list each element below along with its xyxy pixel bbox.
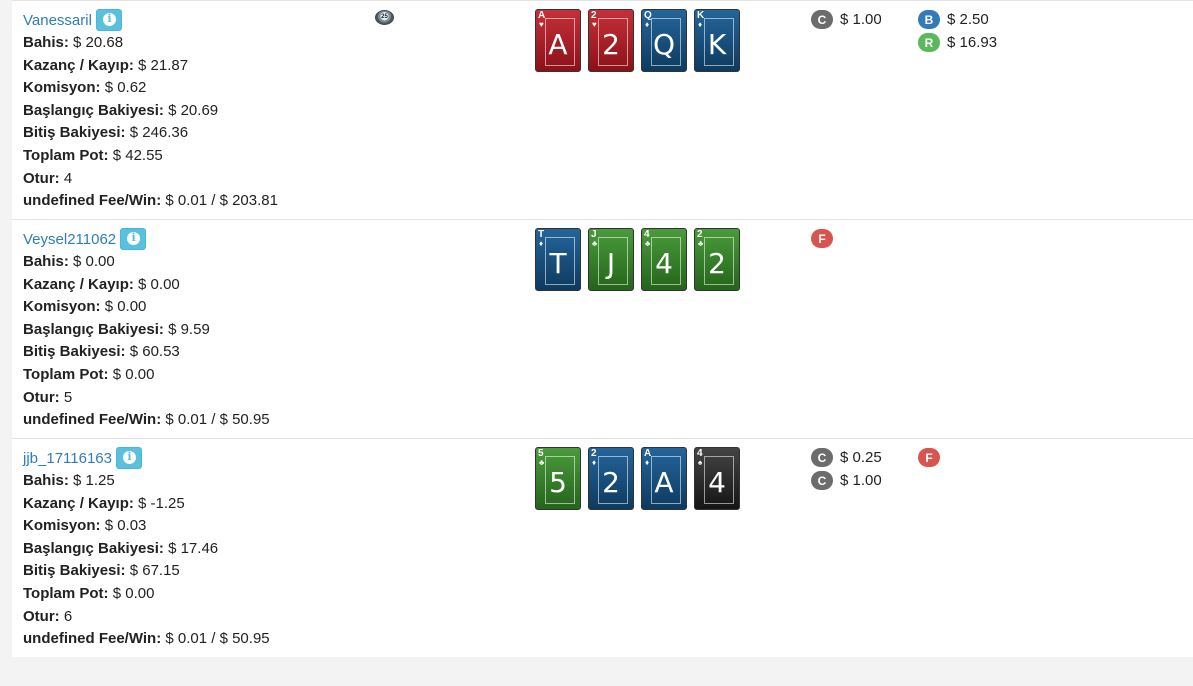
playing-card[interactable]: A ♦ A <box>641 447 687 510</box>
player-info: jjb_17116163 Bahis: $ 1.25 Kazanç / Kayı… <box>23 446 270 651</box>
card-rank: 5 <box>549 466 567 499</box>
action-entry: R $ 16.93 <box>918 31 997 54</box>
action-amount: $ 0.25 <box>840 449 882 466</box>
playing-card[interactable]: 2 ♥ 2 <box>588 9 634 72</box>
stat-kazanc-kayip: Kazanç / Kayıp: $ 0.00 <box>23 275 180 293</box>
card-rank: 2 <box>602 466 620 499</box>
card-rank: 2 <box>602 28 620 61</box>
info-button[interactable] <box>120 228 147 250</box>
action-column-2: F <box>918 446 947 469</box>
action-badge: C <box>811 448 833 467</box>
player-info: Vanessaril Bahis: $ 20.68 Kazanç / Kayıp… <box>23 8 278 213</box>
playing-card[interactable]: K ♦ K <box>694 9 740 72</box>
stat-otur: Otur: 4 <box>23 169 73 187</box>
card-rank: J <box>606 247 616 280</box>
action-badge: F <box>918 448 940 467</box>
card-rank: T <box>549 247 567 280</box>
playing-card[interactable]: A ♥ A <box>535 9 581 72</box>
playing-card[interactable]: Q ♦ Q <box>641 9 687 72</box>
player-name-link[interactable]: jjb_17116163 <box>23 450 112 467</box>
info-icon <box>127 231 141 245</box>
player-row: jjb_17116163 Bahis: $ 1.25 Kazanç / Kayı… <box>12 438 1193 658</box>
hand-history-panel: Vanessaril Bahis: $ 20.68 Kazanç / Kayıp… <box>12 0 1193 657</box>
action-badge: B <box>918 10 940 29</box>
action-column-1: F <box>811 227 840 250</box>
stat-bahis: Bahis: $ 0.00 <box>23 253 115 270</box>
stat-baslangic-bakiyesi: Başlangıç Bakiyesi: $ 9.59 <box>23 320 210 338</box>
card-rank: A <box>548 28 568 61</box>
action-entry: C $ 1.00 <box>811 8 882 31</box>
stat-bahis: Bahis: $ 20.68 <box>23 34 124 51</box>
player-info: Veysel211062 Bahis: $ 0.00 Kazanç / Kayı… <box>23 227 270 432</box>
action-amount: $ 2.50 <box>947 11 989 28</box>
player-row: Veysel211062 Bahis: $ 0.00 Kazanç / Kayı… <box>12 219 1193 439</box>
stat-komisyon: Komisyon: $ 0.00 <box>23 298 147 316</box>
action-amount: $ 1.00 <box>840 472 882 489</box>
card-rank: A <box>654 466 674 499</box>
action-entry: F <box>918 446 947 469</box>
action-entry: B $ 2.50 <box>918 8 997 31</box>
info-icon <box>122 450 136 464</box>
action-column-2: B $ 2.50 R $ 16.93 <box>918 8 997 54</box>
playing-card[interactable]: T ♦ T <box>535 228 581 291</box>
action-column-1: C $ 1.00 <box>811 8 882 31</box>
stat-kazanc-kayip: Kazanç / Kayıp: $ -1.25 <box>23 494 185 512</box>
stat-fee-win: undefined Fee/Win: $ 0.01 / $ 50.95 <box>23 411 270 429</box>
info-button[interactable] <box>95 9 122 31</box>
stat-toplam-pot: Toplam Pot: $ 0.00 <box>23 365 155 383</box>
card-rank: Q <box>652 28 676 61</box>
stat-baslangic-bakiyesi: Başlangıç Bakiyesi: $ 17.46 <box>23 539 219 557</box>
action-badge: R <box>918 33 940 52</box>
stat-baslangic-bakiyesi: Başlangıç Bakiyesi: $ 20.69 <box>23 101 219 119</box>
hole-cards: T ♦ T J ♣ J 4 ♣ 4 2 ♣ 2 <box>535 228 740 291</box>
stat-fee-win: undefined Fee/Win: $ 0.01 / $ 50.95 <box>23 630 270 648</box>
card-rank: 4 <box>655 247 673 280</box>
action-amount: $ 16.93 <box>947 34 998 51</box>
stat-bahis: Bahis: $ 1.25 <box>23 472 115 489</box>
playing-card[interactable]: J ♣ J <box>588 228 634 291</box>
player-name-link[interactable]: Veysel211062 <box>23 231 116 248</box>
stat-bitis-bakiyesi: Bitiş Bakiyesi: $ 67.15 <box>23 562 180 580</box>
stat-otur: Otur: 6 <box>23 607 73 625</box>
action-entry: F <box>811 227 840 250</box>
hole-cards: A ♥ A 2 ♥ 2 Q ♦ Q K ♦ K <box>535 9 740 72</box>
action-badge: F <box>811 229 833 248</box>
playing-card[interactable]: 2 ♣ 2 <box>694 228 740 291</box>
action-amount: $ 1.00 <box>840 11 882 28</box>
hole-cards: 5 ♣ 5 2 ♦ 2 A ♦ A 4 ♠ 4 <box>535 447 740 510</box>
stat-komisyon: Komisyon: $ 0.62 <box>23 79 147 97</box>
card-rank: 4 <box>708 466 726 499</box>
action-entry: C $ 1.00 <box>811 469 882 492</box>
playing-card[interactable]: 5 ♣ 5 <box>535 447 581 510</box>
playing-card[interactable]: 2 ♦ 2 <box>588 447 634 510</box>
player-name-link[interactable]: Vanessaril <box>23 12 92 29</box>
stat-toplam-pot: Toplam Pot: $ 0.00 <box>23 584 155 602</box>
info-icon <box>102 12 116 26</box>
stat-kazanc-kayip: Kazanç / Kayıp: $ 21.87 <box>23 56 189 74</box>
action-badge: C <box>811 471 833 490</box>
action-entry: C $ 0.25 <box>811 446 882 469</box>
stat-bitis-bakiyesi: Bitiş Bakiyesi: $ 246.36 <box>23 124 189 142</box>
stat-otur: Otur: 5 <box>23 388 73 406</box>
dealer-chip-icon: 25 <box>375 10 394 25</box>
card-rank: 2 <box>708 247 726 280</box>
playing-card[interactable]: 4 ♣ 4 <box>641 228 687 291</box>
stat-komisyon: Komisyon: $ 0.03 <box>23 517 147 535</box>
player-row: Vanessaril Bahis: $ 20.68 Kazanç / Kayıp… <box>12 0 1193 220</box>
stat-fee-win: undefined Fee/Win: $ 0.01 / $ 203.81 <box>23 192 278 210</box>
playing-card[interactable]: 4 ♠ 4 <box>694 447 740 510</box>
action-badge: C <box>811 10 833 29</box>
action-column-1: C $ 0.25 C $ 1.00 <box>811 446 882 492</box>
stat-bitis-bakiyesi: Bitiş Bakiyesi: $ 60.53 <box>23 343 180 361</box>
stat-toplam-pot: Toplam Pot: $ 42.55 <box>23 146 163 164</box>
card-rank: K <box>707 28 727 61</box>
info-button[interactable] <box>115 447 142 469</box>
